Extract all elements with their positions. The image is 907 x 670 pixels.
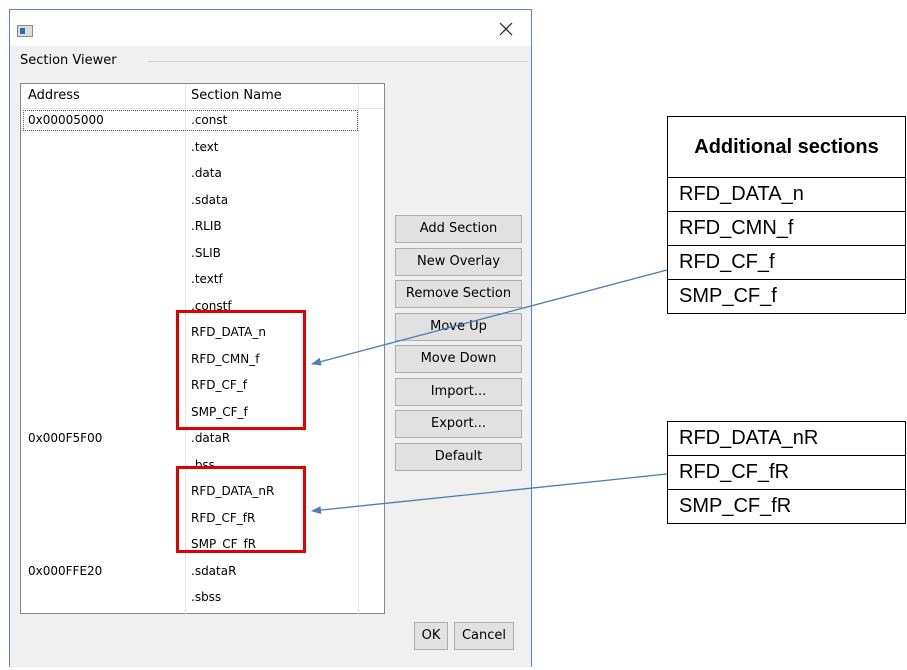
list-item[interactable]: 0x000FFE20 .sdataR [21, 560, 384, 584]
move-up-button[interactable]: Move Up [395, 313, 522, 341]
list-item[interactable]: .RLIB [21, 215, 384, 239]
address-cell: 0x00005000 [28, 113, 104, 127]
section-name-cell: .const [191, 113, 228, 127]
section-name-cell: .sdata [191, 192, 229, 207]
close-icon[interactable] [497, 20, 515, 38]
section-name-cell: .text [191, 139, 219, 154]
import-button[interactable]: Import... [395, 378, 522, 406]
section-name-cell: .sdataR [191, 563, 237, 578]
list-item[interactable]: .data [21, 162, 384, 186]
section-name-cell: .RLIB [191, 219, 222, 233]
remove-section-button[interactable]: Remove Section [395, 280, 522, 308]
section-name-cell: .dataR [191, 431, 231, 445]
ok-button[interactable]: OK [414, 622, 448, 650]
list-item[interactable]: .sbss [21, 586, 384, 610]
address-cell: 0x000F5F00 [28, 431, 103, 445]
group-border [148, 61, 528, 62]
group-title: Section Viewer [20, 53, 119, 68]
highlight-box-group-2 [176, 466, 306, 553]
additional-sections-table: Additional sections RFD_DATA_n RFD_CMN_f… [667, 116, 906, 314]
add-section-button[interactable]: Add Section [395, 215, 522, 243]
additional-section-cell: RFD_CF_f [667, 245, 906, 280]
additional-section-r-cell: RFD_CF_fR [667, 455, 906, 490]
section-name-cell: .data [191, 166, 222, 180]
default-button[interactable]: Default [395, 443, 522, 471]
list-item[interactable]: 0x00005000 .const [21, 109, 384, 133]
section-name-cell: .sbss [191, 590, 222, 604]
move-down-button[interactable]: Move Down [395, 345, 522, 373]
column-header-section-name[interactable]: Section Name [191, 88, 282, 103]
address-cell: 0x000FFE20 [28, 563, 103, 578]
title-bar [10, 9, 531, 46]
additional-section-r-cell: SMP_CF_fR [667, 489, 906, 524]
additional-section-cell: RFD_DATA_n [667, 177, 906, 212]
new-overlay-button[interactable]: New Overlay [395, 248, 522, 276]
list-item[interactable]: .SLIB [21, 242, 384, 266]
list-item[interactable]: .sdata [21, 189, 384, 213]
highlight-box-group-1 [176, 310, 306, 430]
section-name-cell: .textf [191, 272, 223, 286]
cancel-button[interactable]: Cancel [454, 622, 514, 650]
column-header-address[interactable]: Address [28, 88, 80, 103]
additional-sections-header: Additional sections [667, 116, 906, 178]
export-button[interactable]: Export... [395, 410, 522, 438]
additional-section-cell: SMP_CF_f [667, 279, 906, 314]
additional-section-r-cell: RFD_DATA_nR [667, 421, 906, 456]
additional-section-cell: RFD_CMN_f [667, 211, 906, 246]
app-icon [17, 25, 33, 37]
section-name-cell: .SLIB [191, 245, 221, 260]
additional-sections-r-table: RFD_DATA_nR RFD_CF_fR SMP_CF_fR [667, 421, 906, 524]
list-item[interactable]: .textf [21, 268, 384, 292]
list-item[interactable]: .text [21, 136, 384, 160]
list-item[interactable]: 0x000F5F00 .dataR [21, 427, 384, 451]
